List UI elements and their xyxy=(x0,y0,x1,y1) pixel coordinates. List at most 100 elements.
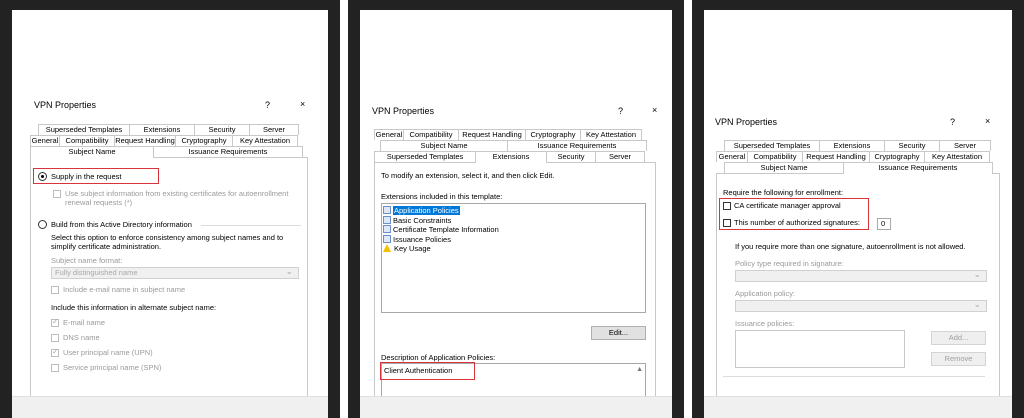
alt-dns-checkbox[interactable] xyxy=(51,334,59,342)
signatures-checkbox[interactable] xyxy=(723,219,731,227)
issuance-policies-list[interactable] xyxy=(735,330,905,368)
scroll-up-icon[interactable]: ▲ xyxy=(636,366,643,373)
tab-row-top: Superseded Templates Extensions Security… xyxy=(724,140,991,151)
tab-compatibility[interactable]: Compatibility xyxy=(59,135,115,146)
close-button[interactable]: × xyxy=(300,99,305,109)
extensions-page: To modify an extension, select it, and t… xyxy=(374,162,656,408)
alt-spn-label: Service principal name (SPN) xyxy=(63,363,162,372)
close-button[interactable]: × xyxy=(985,116,990,126)
tab-extensions[interactable]: Extensions xyxy=(129,124,195,135)
issuance-policies-label: Issuance policies: xyxy=(735,319,795,328)
dialog-window: VPN Properties ? × Superseded Templates … xyxy=(12,10,328,418)
tab-server[interactable]: Server xyxy=(595,151,645,162)
close-button[interactable]: × xyxy=(652,105,657,115)
description-value: Client Authentication xyxy=(384,366,453,375)
ca-approval-label: CA certificate manager approval xyxy=(734,201,841,210)
ca-approval-checkbox[interactable] xyxy=(723,202,731,210)
tab-row-top: General Compatibility Request Handling C… xyxy=(374,129,642,140)
tab-security[interactable]: Security xyxy=(884,140,940,151)
signatures-count-input[interactable]: 0 xyxy=(877,218,891,230)
tab-row-bottom: Subject Name Issuance Requirements xyxy=(724,162,993,174)
tab-request-handling[interactable]: Request Handling xyxy=(114,135,176,146)
tab-key-attestation[interactable]: Key Attestation xyxy=(580,129,642,140)
screenshot-panel-subject-name: VPN Properties ? × Superseded Templates … xyxy=(0,0,340,418)
alt-upn-label: User principal name (UPN) xyxy=(63,348,153,357)
include-email-checkbox[interactable] xyxy=(51,286,59,294)
tab-row-middle: Subject Name Issuance Requirements xyxy=(380,140,647,151)
tab-superseded-templates[interactable]: Superseded Templates xyxy=(38,124,130,135)
tab-issuance-requirements[interactable]: Issuance Requirements xyxy=(843,162,993,174)
group-divider xyxy=(201,225,301,226)
add-button[interactable]: Add... xyxy=(931,331,986,345)
tab-cryptography[interactable]: Cryptography xyxy=(175,135,233,146)
extension-item[interactable]: Issuance Policies xyxy=(383,234,645,245)
subject-format-select[interactable]: Fully distinguished name xyxy=(51,266,299,279)
window-bottom-strip xyxy=(704,396,1012,418)
use-subject-info-checkbox[interactable] xyxy=(53,190,61,198)
extension-item[interactable]: Certificate Template Information xyxy=(383,225,645,235)
extension-item[interactable]: Basic Constraints xyxy=(383,215,645,226)
build-from-ad-radio[interactable] xyxy=(38,220,47,229)
build-from-ad-label: Build from this Active Directory informa… xyxy=(51,220,192,229)
alt-upn-checkbox[interactable] xyxy=(51,347,59,357)
group-divider xyxy=(723,376,985,377)
tab-request-handling[interactable]: Request Handling xyxy=(802,151,870,162)
alt-dns-label: DNS name xyxy=(63,333,100,342)
tab-key-attestation[interactable]: Key Attestation xyxy=(232,135,298,146)
tab-row-bottom: Superseded Templates Extensions Security… xyxy=(374,151,645,163)
extension-item[interactable]: Key Usage xyxy=(383,244,645,254)
window-bottom-strip xyxy=(12,396,328,418)
tab-server[interactable]: Server xyxy=(249,124,299,135)
signatures-label: This number of authorized signatures: xyxy=(734,218,860,227)
subject-format-label: Subject name format: xyxy=(51,256,123,265)
help-button[interactable]: ? xyxy=(265,100,270,110)
extensions-list-label: Extensions included in this template: xyxy=(381,192,503,201)
policy-type-select[interactable] xyxy=(735,269,987,282)
tab-subject-name[interactable]: Subject Name xyxy=(380,140,508,151)
tab-security[interactable]: Security xyxy=(546,151,596,162)
tab-subject-name[interactable]: Subject Name xyxy=(30,146,154,158)
window-bottom-strip xyxy=(360,396,672,418)
policy-type-label: Policy type required in signature: xyxy=(735,259,844,268)
tab-compatibility[interactable]: Compatibility xyxy=(747,151,803,162)
remove-button[interactable]: Remove xyxy=(931,352,986,366)
application-policy-select[interactable] xyxy=(735,299,987,312)
extension-icon xyxy=(383,215,391,224)
help-button[interactable]: ? xyxy=(618,106,623,116)
dialog-title: VPN Properties xyxy=(715,117,778,127)
tab-general[interactable]: General xyxy=(30,135,60,146)
tab-general[interactable]: General xyxy=(374,129,404,140)
warning-icon xyxy=(383,244,392,252)
multi-signature-note: If you require more than one signature, … xyxy=(735,242,966,251)
supply-in-request-label: Supply in the request xyxy=(51,172,122,181)
tab-subject-name[interactable]: Subject Name xyxy=(724,162,844,173)
dialog-title: VPN Properties xyxy=(34,100,97,110)
alt-spn-checkbox[interactable] xyxy=(51,364,59,372)
use-subject-info-label-2: renewal requests (*) xyxy=(65,198,133,207)
supply-in-request-radio[interactable] xyxy=(38,172,47,181)
tab-general[interactable]: General xyxy=(716,151,748,162)
tab-superseded-templates[interactable]: Superseded Templates xyxy=(374,151,476,162)
tab-security[interactable]: Security xyxy=(194,124,250,135)
tab-cryptography[interactable]: Cryptography xyxy=(869,151,925,162)
alt-email-label: E-mail name xyxy=(63,318,106,327)
extensions-list[interactable]: Application Policies Basic Constraints C… xyxy=(381,203,646,313)
help-button[interactable]: ? xyxy=(950,117,955,127)
tab-extensions[interactable]: Extensions xyxy=(475,151,547,163)
tab-key-attestation[interactable]: Key Attestation xyxy=(924,151,990,162)
tab-issuance-requirements[interactable]: Issuance Requirements xyxy=(153,146,303,157)
edit-button[interactable]: Edit... xyxy=(591,326,646,340)
tab-extensions[interactable]: Extensions xyxy=(819,140,885,151)
tab-superseded-templates[interactable]: Superseded Templates xyxy=(724,140,820,151)
tab-cryptography[interactable]: Cryptography xyxy=(525,129,581,140)
alt-email-checkbox[interactable] xyxy=(51,317,59,327)
screenshot-panel-extensions: VPN Properties ? × General Compatibility… xyxy=(348,0,684,418)
tab-server[interactable]: Server xyxy=(939,140,991,151)
subject-name-page: Supply in the request Use subject inform… xyxy=(30,157,308,407)
tab-issuance-requirements[interactable]: Issuance Requirements xyxy=(507,140,647,151)
tab-compatibility[interactable]: Compatibility xyxy=(403,129,459,140)
alt-name-heading: Include this information in alternate su… xyxy=(51,303,217,312)
screenshot-panel-issuance: VPN Properties ? × Superseded Templates … xyxy=(692,0,1024,418)
extension-item[interactable]: Application Policies xyxy=(383,206,645,216)
tab-request-handling[interactable]: Request Handling xyxy=(458,129,526,140)
